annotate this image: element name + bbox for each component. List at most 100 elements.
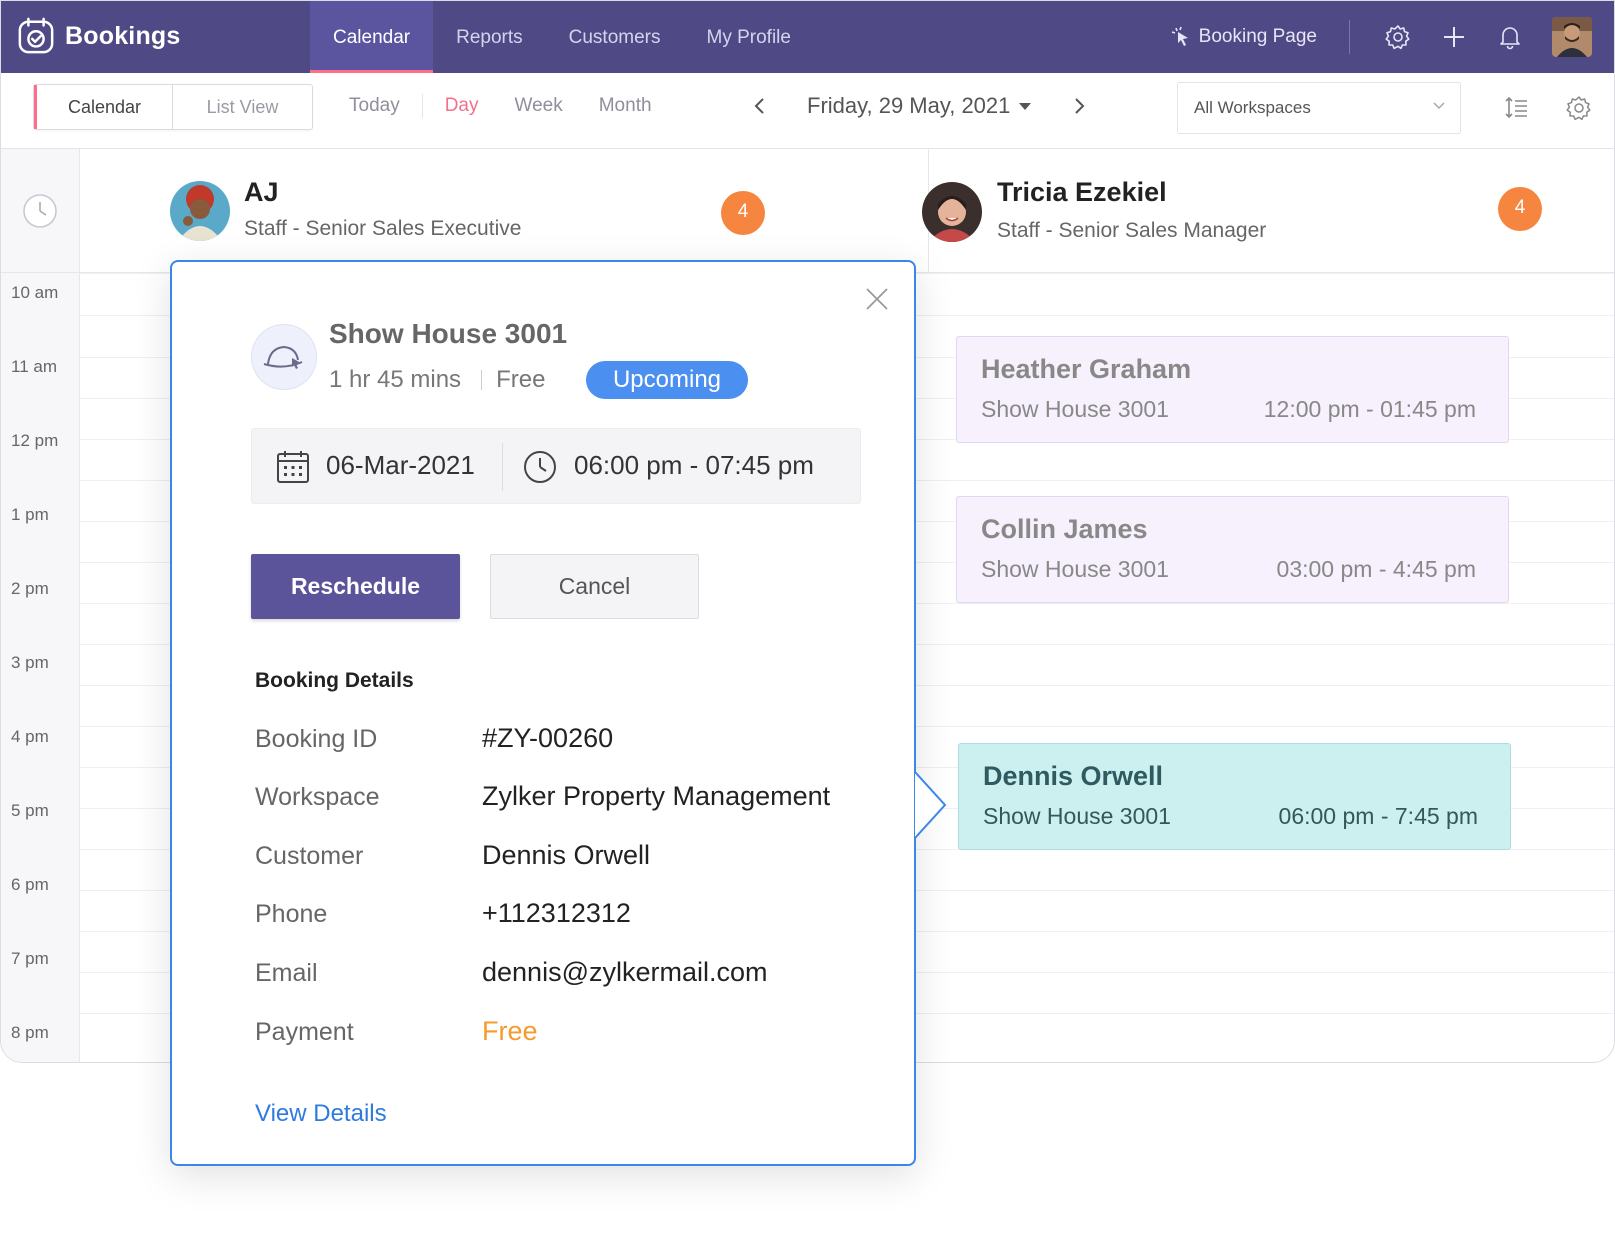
event-service: Show House 3001 [981,396,1169,422]
meta-separator [481,370,483,390]
settings-icon [1385,25,1410,50]
detail-label-email: Email [255,959,318,987]
staff-avatar-tricia [922,182,982,242]
booking-count-badge: 4 [721,191,765,235]
event-time: 06:00 pm - 7:45 pm [1278,803,1478,829]
user-avatar-image [1552,17,1592,57]
event-customer-name: Collin James [981,514,1148,544]
detail-label-workspace: Workspace [255,783,380,811]
top-nav-bar: Bookings Calendar Reports Customers My P… [1,1,1614,73]
brand[interactable]: Bookings [17,17,181,55]
booking-datetime-box: 06-Mar-2021 06:00 pm - 07:45 pm [251,428,861,504]
chevron-down-icon [1433,102,1445,110]
workspace-select-value: All Workspaces [1194,98,1311,117]
view-details-link[interactable]: View Details [255,1100,387,1128]
status-badge: Upcoming [586,361,748,399]
service-duration: 1 hr 45 mins [329,366,462,393]
reschedule-button[interactable]: Reschedule [251,554,460,619]
detail-label-booking-id: Booking ID [255,725,378,753]
nav-right-actions: Booking Page [1171,1,1614,73]
booking-count-badge: 4 [1498,187,1542,231]
tab-reports[interactable]: Reports [433,1,546,73]
month-view-button[interactable]: Month [581,95,670,117]
time-column: 10 am 11 am 12 pm 1 pm 2 pm 3 pm 4 pm 5 … [1,149,80,1062]
clock-icon [23,193,57,228]
detail-label-customer: Customer [255,842,364,870]
service-name: Show House 3001 [329,318,568,349]
popover-pointer [915,772,947,838]
booking-page-link[interactable]: Booking Page [1171,26,1317,48]
nav-separator [1349,20,1350,54]
chevron-left-icon [754,98,764,114]
previous-date-button[interactable] [747,93,773,119]
time-label: 7 pm [11,949,49,968]
tab-calendar[interactable]: Calendar [310,1,434,73]
calendar-view-toggle: Calendar List View [33,84,313,130]
calendar-toggle-button[interactable]: Calendar [34,85,173,129]
staff-role-aj: Staff - Senior Sales Executive [244,217,522,240]
user-avatar[interactable] [1552,17,1592,57]
sort-list-icon[interactable] [1504,95,1530,121]
time-label: 3 pm [11,653,49,672]
cursor-click-icon [1171,26,1188,46]
event-service: Show House 3001 [983,803,1171,829]
day-view-button[interactable]: Day [427,95,497,117]
clock-icon [524,451,556,483]
plus-icon [1444,27,1464,47]
tab-my-profile[interactable]: My Profile [684,1,814,73]
time-label: 11 am [11,357,57,376]
detail-value-booking-id: #ZY-00260 [482,723,614,753]
time-label: 2 pm [11,579,49,598]
current-date-label: Friday, 29 May, 2021 [807,93,1011,118]
notifications-button[interactable] [1482,1,1538,73]
time-column-header [1,149,79,273]
staff-avatar-aj [170,181,230,241]
booking-date: 06-Mar-2021 [326,450,475,480]
settings-button[interactable] [1370,1,1426,73]
booking-details-popover: Show House 3001 1 hr 45 mins Free Upcomi… [170,260,947,1166]
detail-value-payment: Free [482,1016,538,1046]
close-icon[interactable] [864,286,890,312]
view-range-buttons: Today Day Week Month [331,83,670,129]
calendar-toolbar: Calendar List View Today Day Week Month … [1,73,1614,149]
staff-header-row: AJ Staff - Senior Sales Executive 4 Tric… [80,149,1614,273]
event-time: 12:00 pm - 01:45 pm [1263,396,1476,422]
week-view-button[interactable]: Week [497,95,581,117]
list-view-toggle-button[interactable]: List View [173,85,312,129]
today-button[interactable]: Today [331,95,418,117]
detail-value-customer: Dennis Orwell [482,840,651,870]
event-customer-name: Dennis Orwell [983,761,1164,791]
detail-label-payment: Payment [255,1018,354,1046]
event-customer-name: Heather Graham [981,354,1192,384]
chevron-right-icon [1075,98,1085,114]
workspace-select[interactable]: All Workspaces [1177,82,1461,134]
service-meta: 1 hr 45 mins Free [329,366,545,394]
service-price: Free [496,366,546,393]
staff-photo-tricia [922,182,982,242]
time-label: 10 am [11,283,59,302]
add-button[interactable] [1426,1,1482,73]
booking-time: 06:00 pm - 07:45 pm [574,450,814,480]
selected-booking-event-card[interactable]: Dennis Orwell Show House 3001 06:00 pm -… [958,743,1511,850]
booking-event-card[interactable]: Collin James Show House 3001 03:00 pm - … [956,496,1509,603]
bookings-logo-icon [18,17,54,54]
app-name: Bookings [65,21,181,50]
cancel-button[interactable]: Cancel [490,554,699,619]
hat-icon [263,345,303,369]
tab-customers[interactable]: Customers [546,1,684,73]
detail-value-email: dennis@zylkermail.com [482,957,768,987]
booking-details-heading: Booking Details [255,669,414,692]
next-date-button[interactable] [1066,93,1092,119]
detail-value-phone: +112312312 [482,898,631,928]
time-label: 4 pm [11,727,49,746]
calendar-icon [277,451,309,483]
event-time: 03:00 pm - 4:45 pm [1276,556,1476,582]
event-service: Show House 3001 [981,556,1169,582]
bell-icon [1500,27,1520,50]
current-date-dropdown[interactable]: Friday, 29 May, 2021 [807,93,1032,119]
staff-role-tricia: Staff - Senior Sales Manager [997,219,1267,242]
calendar-settings-icon[interactable] [1566,95,1592,121]
staff-photo-aj [170,181,230,241]
datetime-separator [502,443,503,491]
booking-event-card[interactable]: Heather Graham Show House 3001 12:00 pm … [956,336,1509,443]
